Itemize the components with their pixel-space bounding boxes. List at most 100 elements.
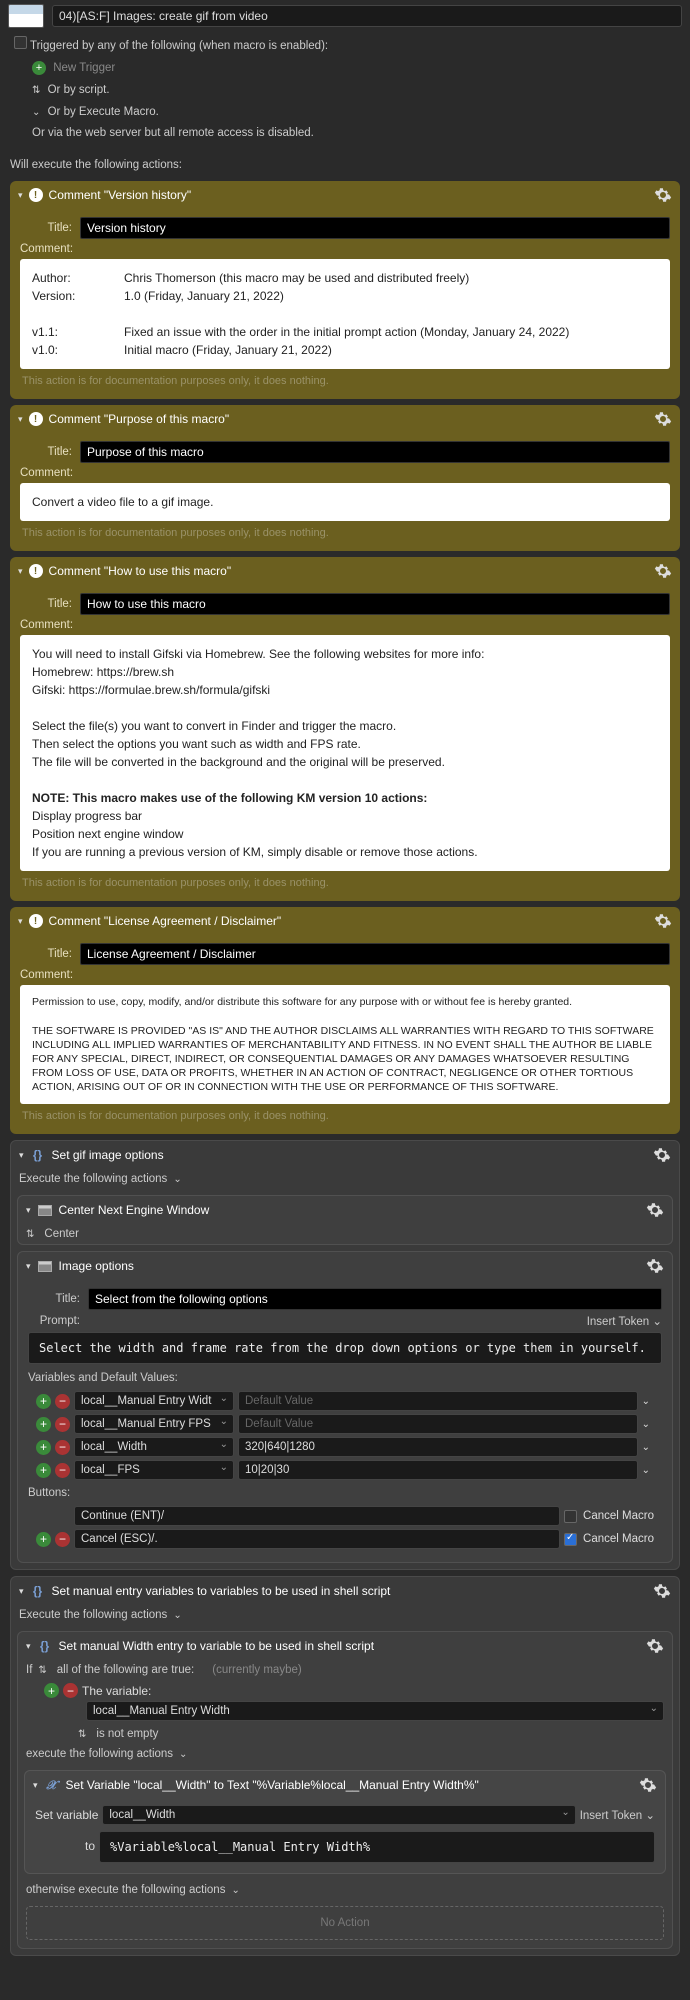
gear-icon[interactable] [646,1637,664,1655]
title-input[interactable] [80,943,670,965]
to-textarea[interactable]: %Variable%local__Manual Entry Width% [99,1831,655,1863]
trigger-web-label: Or via the web server but all remote acc… [14,123,680,145]
gear-icon[interactable] [654,562,672,580]
comment-body[interactable]: Author:Chris Thomerson (this macro may b… [20,259,670,369]
gear-icon[interactable] [654,186,672,204]
comment-action-version-history[interactable]: ▾ ! Comment "Version history" Title: Com… [10,181,680,399]
trigger-execute-label[interactable]: Or by Execute Macro. [48,106,159,118]
updown-icon[interactable]: ⇅ [78,1729,86,1740]
condition-variable-select[interactable]: local__Manual Entry Width [86,1701,664,1721]
title-input[interactable] [80,217,670,239]
chevron-down-icon[interactable]: ⌄ [642,1419,650,1430]
remove-button[interactable]: − [55,1463,70,1478]
remove-button[interactable]: − [63,1683,78,1698]
disclosure-icon[interactable]: ▾ [19,1150,24,1161]
all-of-label: all of the following are true: [57,1664,194,1676]
chevron-down-icon[interactable]: ⌄ [642,1396,650,1407]
macro-name-input[interactable] [52,5,682,27]
variable-value-input[interactable] [238,1391,638,1411]
variable-name-select[interactable]: local__Width [74,1437,234,1457]
disclosure-icon[interactable]: ▾ [18,916,23,927]
insert-token-link[interactable]: Insert Token ⌄ [580,1808,655,1822]
remove-button[interactable]: − [55,1417,70,1432]
title-input[interactable] [88,1288,662,1310]
condition-row: + − The variable: [26,1683,664,1698]
add-button[interactable]: + [44,1683,59,1698]
button-label-input[interactable] [74,1506,560,1526]
chevron-down-icon[interactable]: ⌄ [173,1610,181,1621]
comment-label: Comment: [20,467,72,479]
comment-icon: ! [29,914,43,928]
comment-body[interactable]: You will need to install Gifski via Home… [20,635,670,871]
chevron-down-icon[interactable]: ⌄ [179,1749,187,1760]
set-variable-label: Set variable [35,1808,98,1822]
title-input[interactable] [80,593,670,615]
comment-icon: ! [29,188,43,202]
chevron-down-icon[interactable]: ⌄ [642,1442,650,1453]
gear-icon[interactable] [654,410,672,428]
variable-name-select[interactable]: local__Manual Entry FPS [74,1414,234,1434]
action-center-window[interactable]: ▾ Center Next Engine Window ⇅ Center [17,1195,673,1245]
footnote: This action is for documentation purpose… [20,521,670,541]
chevron-down-icon[interactable]: ⌄ [173,1174,181,1185]
add-button[interactable]: + [36,1532,51,1547]
if-action-width[interactable]: ▾ {} Set manual Width entry to variable … [17,1631,673,1949]
variable-value-input[interactable] [238,1414,638,1434]
add-button[interactable]: + [36,1440,51,1455]
disclosure-icon[interactable]: ▾ [26,1261,31,1272]
title-input[interactable] [80,441,670,463]
disclosure-icon[interactable]: ▾ [26,1641,31,1652]
gear-icon[interactable] [646,1201,664,1219]
group-action-set-gif-options[interactable]: ▾ {} Set gif image options Execute the f… [10,1140,680,1570]
updown-icon[interactable]: ⇅ [38,1665,46,1676]
button-row: + − Cancel Macro [36,1529,654,1549]
comment-action-purpose[interactable]: ▾ ! Comment "Purpose of this macro" Titl… [10,405,680,551]
gear-icon[interactable] [646,1257,664,1275]
gear-icon[interactable] [653,1146,671,1164]
action-title: Set manual Width entry to variable to be… [59,1639,640,1653]
disclosure-icon[interactable]: ▾ [19,1586,24,1597]
comment-action-howto[interactable]: ▾ ! Comment "How to use this macro" Titl… [10,557,680,901]
disclosure-icon[interactable]: ▾ [18,190,23,201]
add-trigger-button[interactable]: + [32,61,46,75]
disclosure-icon[interactable]: ▾ [18,414,23,425]
new-trigger-label[interactable]: New Trigger [53,62,115,74]
gear-icon[interactable] [654,912,672,930]
action-image-options[interactable]: ▾ Image options Title: Prompt: Insert To… [17,1251,673,1563]
chevron-down-icon[interactable]: ⌄ [231,1885,239,1896]
group-action-set-manual-vars[interactable]: ▾ {} Set manual entry variables to varia… [10,1576,680,1956]
condition-op-label[interactable]: is not empty [96,1728,158,1740]
variable-value-input[interactable] [238,1460,638,1480]
trigger-enabled-checkbox[interactable] [14,36,27,49]
comment-action-license[interactable]: ▾ ! Comment "License Agreement / Disclai… [10,907,680,1134]
add-button[interactable]: + [36,1463,51,1478]
gear-icon[interactable] [653,1582,671,1600]
insert-token-link[interactable]: Insert Token ⌄ [587,1314,662,1328]
comment-body[interactable]: Convert a video file to a gif image. [20,483,670,521]
then-label: execute the following actions [26,1748,173,1760]
remove-button[interactable]: − [55,1394,70,1409]
disclosure-icon[interactable]: ▾ [18,566,23,577]
add-button[interactable]: + [36,1417,51,1432]
cancel-macro-checkbox[interactable] [564,1510,577,1523]
disclosure-icon[interactable]: ▾ [26,1205,31,1216]
button-label-input[interactable] [74,1529,560,1549]
cancel-macro-checkbox[interactable] [564,1533,577,1546]
set-variable-action[interactable]: ▾ 𝒳 Set Variable "local__Width" to Text … [24,1770,666,1874]
remove-button[interactable]: − [55,1440,70,1455]
gear-icon[interactable] [639,1776,657,1794]
variable-name-select[interactable]: local__Manual Entry Widt [74,1391,234,1411]
comment-body[interactable]: Permission to use, copy, modify, and/or … [20,985,670,1104]
variable-name-select[interactable]: local__FPS [74,1460,234,1480]
trigger-script-label[interactable]: Or by script. [48,84,110,96]
no-action-placeholder[interactable]: No Action [26,1906,664,1940]
disclosure-icon[interactable]: ▾ [33,1780,38,1791]
center-value[interactable]: Center [44,1228,79,1240]
prompt-textarea[interactable]: Select the width and frame rate from the… [28,1332,662,1364]
chevron-down-icon[interactable]: ⌄ [642,1465,650,1476]
variable-value-input[interactable] [238,1437,638,1457]
add-button[interactable]: + [36,1394,51,1409]
variable-name-select[interactable]: local__Width [102,1805,575,1825]
footnote: This action is for documentation purpose… [20,1104,670,1124]
remove-button[interactable]: − [55,1532,70,1547]
